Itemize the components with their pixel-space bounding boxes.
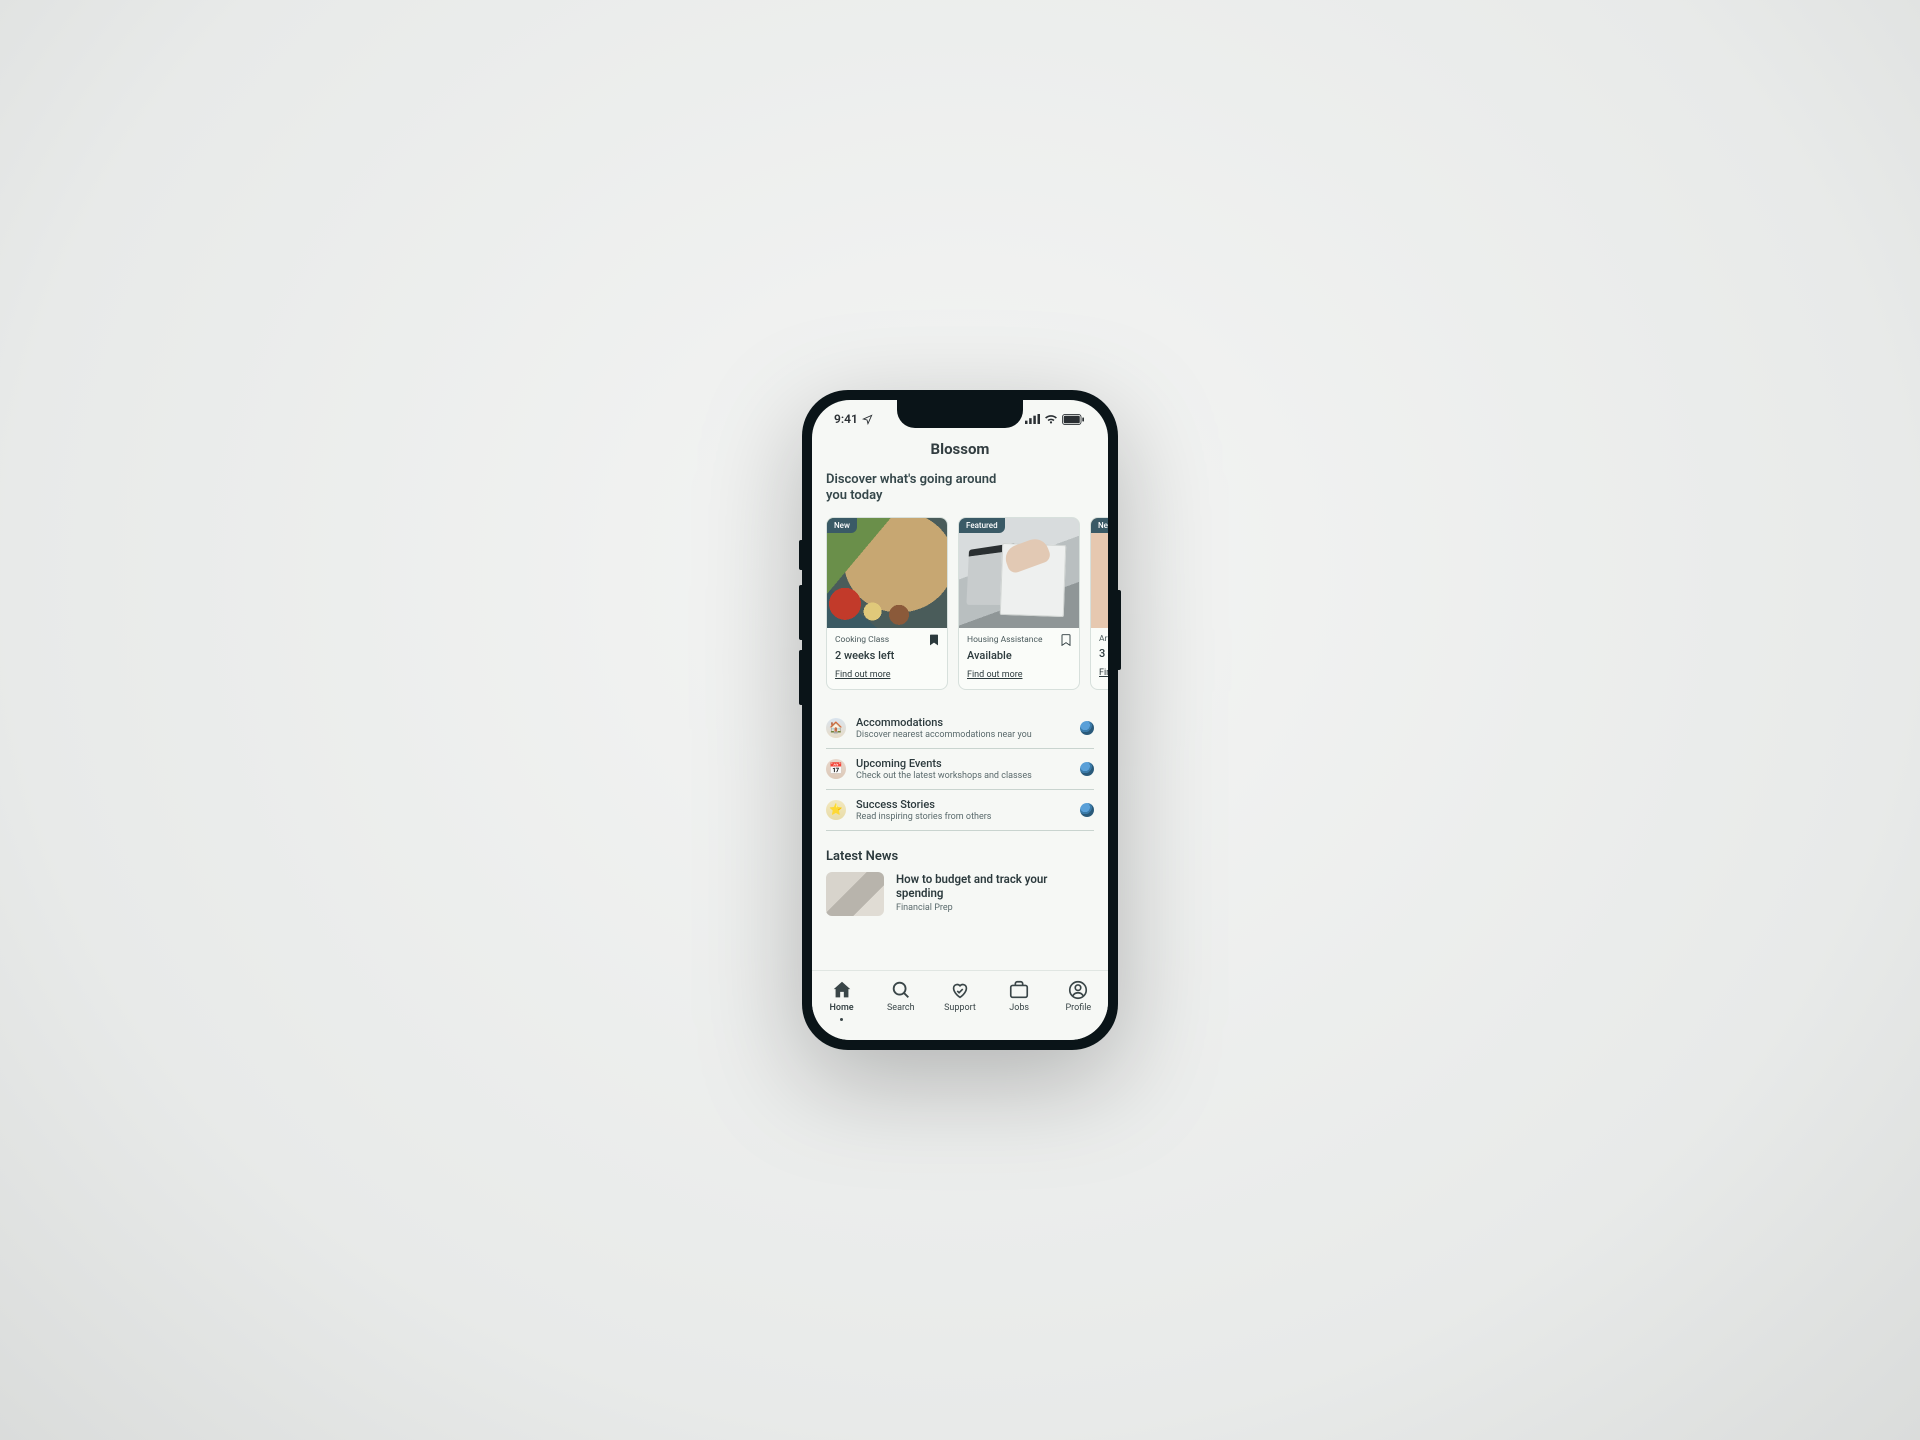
card-badge: New [1091, 518, 1108, 533]
card-link[interactable]: Find out more [967, 670, 1022, 680]
news-image [826, 872, 884, 916]
link-title: Success Stories [856, 798, 1070, 811]
notch [897, 400, 1023, 428]
card-badge: Featured [959, 518, 1005, 533]
tab-jobs[interactable]: Jobs [994, 979, 1044, 1013]
news-category: Financial Prep [896, 903, 1094, 913]
search-icon [890, 979, 912, 1001]
tab-label: Home [830, 1003, 854, 1013]
app-title: Blossom [826, 440, 1094, 458]
tab-label: Support [944, 1003, 976, 1013]
card-cooking-class[interactable]: New Cooking Class 2 weeks left Find out … [826, 517, 948, 690]
link-upcoming-events[interactable]: 📅 Upcoming Events Check out the latest w… [826, 749, 1094, 790]
featured-carousel[interactable]: New Cooking Class 2 weeks left Find out … [826, 517, 1108, 690]
card-image: New [1091, 518, 1108, 628]
wifi-icon [1044, 414, 1058, 424]
tab-label: Profile [1065, 1003, 1091, 1013]
bookmark-icon[interactable] [929, 634, 939, 646]
tab-support[interactable]: Support [935, 979, 985, 1013]
location-arrow-icon [862, 414, 873, 425]
house-icon: 🏠 [826, 718, 846, 738]
tab-home[interactable]: Home [817, 979, 867, 1021]
news-item[interactable]: How to budget and track your spending Fi… [826, 872, 1094, 916]
card-art[interactable]: New Art 3 w Fin [1090, 517, 1108, 690]
tab-bar: Home Search Support Jobs Profile [812, 970, 1108, 1040]
link-title: Accommodations [856, 716, 1070, 729]
tab-profile[interactable]: Profile [1053, 979, 1103, 1013]
card-status: 2 weeks left [835, 649, 939, 662]
card-link[interactable]: Fin [1099, 668, 1108, 678]
globe-icon [1080, 762, 1094, 776]
latest-news-heading: Latest News [826, 849, 1094, 864]
link-accommodations[interactable]: 🏠 Accommodations Discover nearest accomm… [826, 708, 1094, 749]
quick-links: 🏠 Accommodations Discover nearest accomm… [826, 708, 1094, 831]
tab-search[interactable]: Search [876, 979, 926, 1013]
card-housing-assistance[interactable]: Featured Housing Assistance Available Fi… [958, 517, 1080, 690]
bookmark-icon[interactable] [1061, 634, 1071, 646]
card-image: Featured [959, 518, 1079, 628]
content[interactable]: Blossom Discover what's going around you… [812, 438, 1108, 970]
card-label: Housing Assistance [967, 635, 1042, 645]
card-status: 3 w [1099, 647, 1108, 660]
profile-icon [1067, 979, 1089, 1001]
home-icon [831, 979, 853, 1001]
status-time: 9:41 [834, 412, 858, 426]
card-label: Cooking Class [835, 635, 889, 645]
link-subtitle: Read inspiring stories from others [856, 812, 1070, 822]
card-label: Art [1099, 634, 1108, 644]
globe-icon [1080, 803, 1094, 817]
briefcase-icon [1008, 979, 1030, 1001]
link-success-stories[interactable]: ⭐ Success Stories Read inspiring stories… [826, 790, 1094, 831]
active-dot [840, 1018, 843, 1021]
phone-frame: 9:41 Blossom Discover what's going aroun… [802, 390, 1118, 1050]
globe-icon [1080, 721, 1094, 735]
calendar-icon: 📅 [826, 759, 846, 779]
cellular-icon [1025, 414, 1040, 424]
star-icon: ⭐ [826, 800, 846, 820]
screen: 9:41 Blossom Discover what's going aroun… [812, 400, 1108, 1040]
link-subtitle: Check out the latest workshops and class… [856, 771, 1070, 781]
news-title: How to budget and track your spending [896, 872, 1094, 901]
card-link[interactable]: Find out more [835, 670, 890, 680]
tab-label: Search [887, 1003, 915, 1013]
tab-label: Jobs [1009, 1003, 1029, 1013]
heart-hands-icon [949, 979, 971, 1001]
discover-subtitle: Discover what's going around you today [826, 472, 1016, 505]
card-image: New [827, 518, 947, 628]
link-subtitle: Discover nearest accommodations near you [856, 730, 1070, 740]
card-badge: New [827, 518, 857, 533]
battery-icon [1062, 414, 1084, 425]
card-status: Available [967, 649, 1071, 662]
link-title: Upcoming Events [856, 757, 1070, 770]
